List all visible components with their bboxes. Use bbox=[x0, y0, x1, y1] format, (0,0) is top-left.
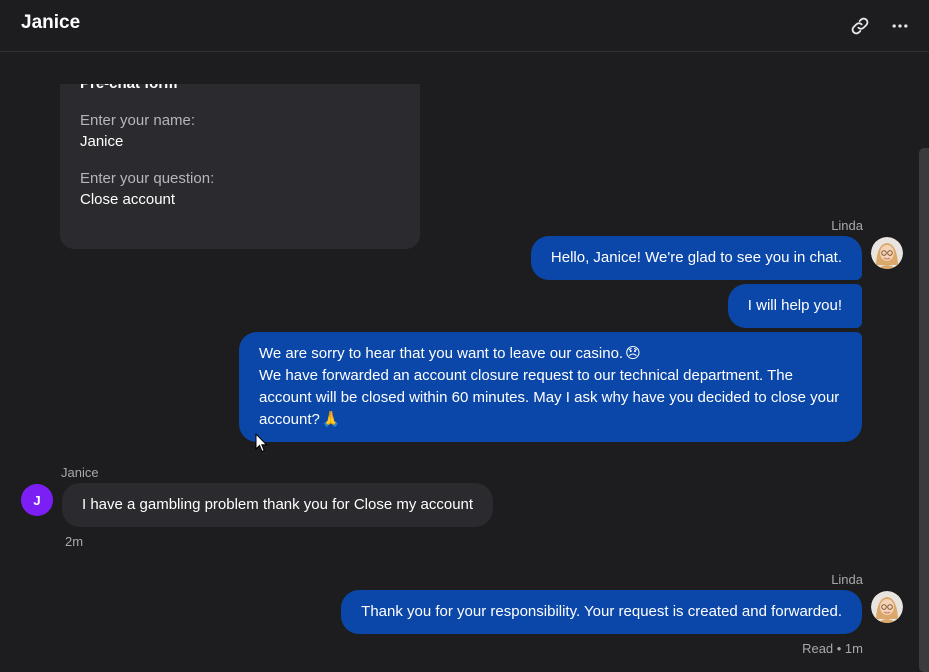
agent-message-long: We are sorry to hear that you want to le… bbox=[239, 332, 862, 442]
pre-chat-form-card: Pre-chat form Enter your name: Janice En… bbox=[60, 84, 420, 249]
question-label: Enter your question: bbox=[80, 170, 215, 187]
question-value: Close account bbox=[80, 191, 176, 208]
chat-title: Janice bbox=[21, 12, 81, 33]
agent-avatar bbox=[871, 591, 903, 623]
message-time: 2m bbox=[65, 534, 84, 549]
chat-header: Janice bbox=[0, 0, 929, 52]
agent-name: Linda bbox=[831, 218, 863, 233]
read-status: Read • 1m bbox=[802, 641, 863, 656]
name-label: Enter your name: bbox=[80, 112, 196, 129]
link-icon[interactable] bbox=[846, 12, 874, 40]
more-options-icon[interactable] bbox=[886, 12, 914, 40]
visitor-message: I have a gambling problem thank you for … bbox=[62, 483, 494, 527]
name-value: Janice bbox=[80, 133, 124, 150]
agent-message: Thank you for your responsibility. Your … bbox=[341, 590, 862, 634]
message-text: We have forwarded an account closure req… bbox=[259, 367, 840, 428]
chat-transcript[interactable]: Pre-chat form Enter your name: Janice En… bbox=[0, 52, 929, 672]
visitor-avatar: J bbox=[21, 484, 53, 516]
praying-hands-emoji-icon: 🙏 bbox=[321, 411, 341, 428]
agent-avatar bbox=[871, 237, 903, 269]
agent-message: Hello, Janice! We're glad to see you in … bbox=[530, 236, 862, 280]
agent-name: Linda bbox=[831, 572, 863, 587]
mouse-pointer-icon bbox=[255, 432, 269, 458]
visitor-name: Janice bbox=[61, 465, 99, 480]
agent-message: I will help you! bbox=[727, 284, 862, 328]
sad-face-emoji-icon: 😞 bbox=[625, 345, 641, 362]
message-text: We are sorry to hear that you want to le… bbox=[259, 345, 624, 362]
scrollbar[interactable] bbox=[919, 148, 929, 672]
form-title: Pre-chat form bbox=[80, 84, 178, 92]
